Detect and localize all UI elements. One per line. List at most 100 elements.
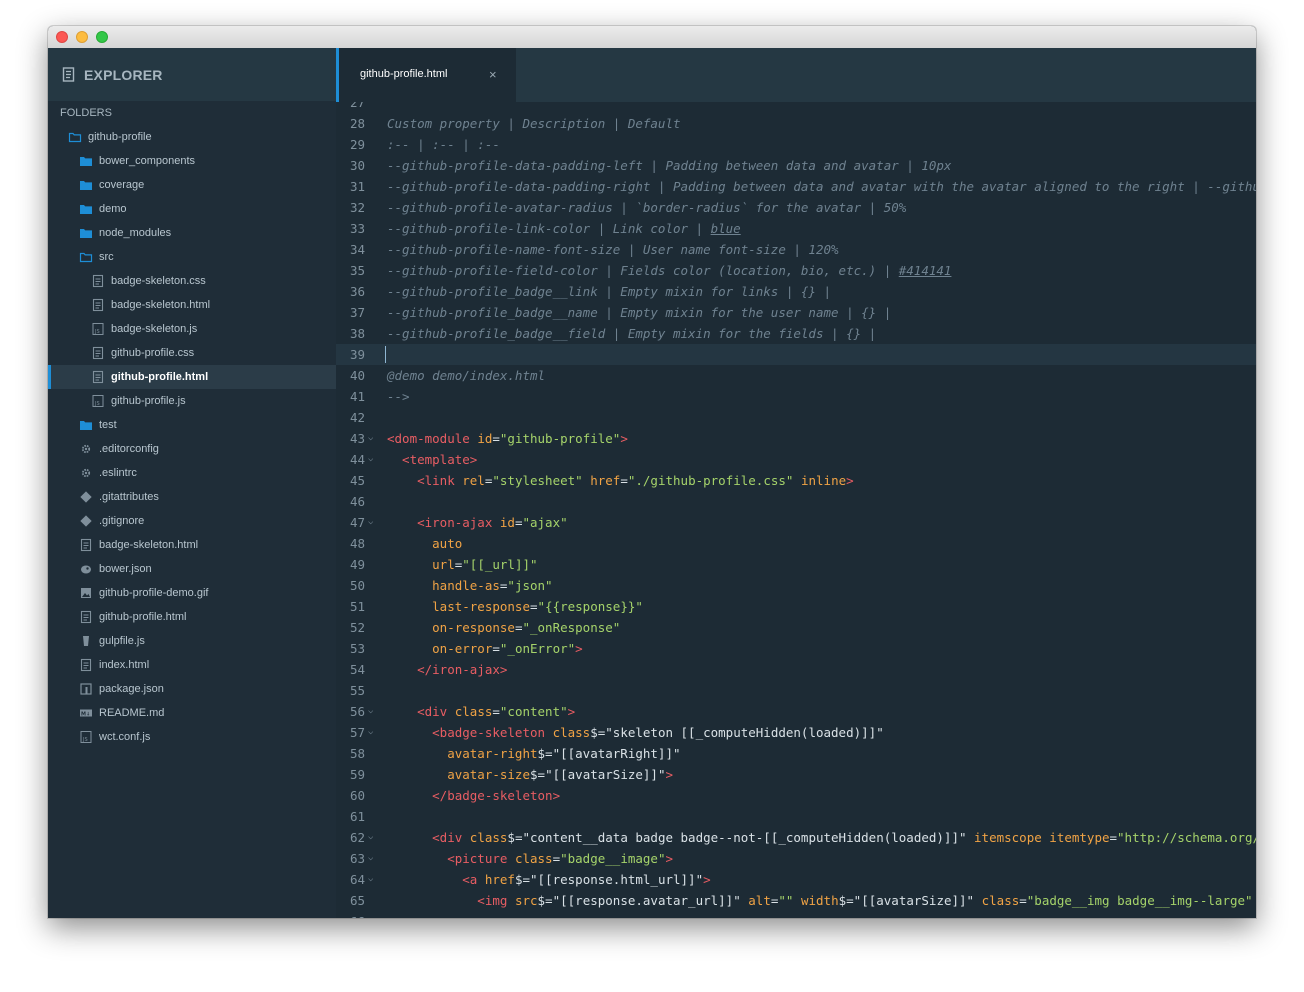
- js-file-icon: JS: [91, 394, 105, 408]
- tree-item[interactable]: github-profile: [48, 125, 336, 149]
- code-line[interactable]: 43 ⌵ <dom-module id="github-profile">: [336, 428, 1256, 449]
- tree-item[interactable]: github-profile.html: [48, 365, 336, 389]
- fold-chevron-icon[interactable]: ⌵: [368, 869, 373, 890]
- tree-item-label: package.json: [99, 683, 164, 695]
- tree-item[interactable]: coverage: [48, 173, 336, 197]
- fold-chevron-icon[interactable]: ⌵: [368, 428, 373, 449]
- code-token: =: [492, 704, 500, 719]
- tree-item[interactable]: JS github-profile.js: [48, 389, 336, 413]
- code-token: handle-as: [387, 578, 500, 593]
- code-line[interactable]: 47 ⌵ <iron-ajax id="ajax": [336, 512, 1256, 533]
- tree-item[interactable]: M↓ README.md: [48, 701, 336, 725]
- zoom-window-button[interactable]: [96, 31, 108, 43]
- tree-item[interactable]: index.html: [48, 653, 336, 677]
- line-number: 43: [349, 431, 365, 446]
- tree-item[interactable]: node_modules: [48, 221, 336, 245]
- line-number: 29: [349, 137, 365, 152]
- code-line[interactable]: 50 handle-as="json": [336, 575, 1256, 596]
- minimize-window-button[interactable]: [76, 31, 88, 43]
- tree-item[interactable]: badge-skeleton.html: [48, 293, 336, 317]
- code-line[interactable]: 27: [336, 102, 1256, 113]
- code-line[interactable]: 66: [336, 911, 1256, 918]
- line-number: 30: [349, 158, 365, 173]
- tree-item[interactable]: badge-skeleton.html: [48, 533, 336, 557]
- code-token: last-response: [387, 599, 530, 614]
- code-line[interactable]: 44 ⌵ <template>: [336, 449, 1256, 470]
- code-token: "http://schema.org/Person": [1117, 830, 1256, 845]
- tree-item[interactable]: JS badge-skeleton.js: [48, 317, 336, 341]
- code-line[interactable]: 45 <link rel="stylesheet" href="./github…: [336, 470, 1256, 491]
- code-text: --github-profile-avatar-radius | `border…: [387, 197, 906, 218]
- code-line[interactable]: 35 --github-profile-field-color | Fields …: [336, 260, 1256, 281]
- code-line[interactable]: 64 ⌵ <a href$="[[response.html_url]]">: [336, 869, 1256, 890]
- svg-text:JS: JS: [94, 329, 100, 335]
- code-line[interactable]: 63 ⌵ <picture class="badge__image">: [336, 848, 1256, 869]
- code-line[interactable]: 53 on-error="_onError">: [336, 638, 1256, 659]
- code-line[interactable]: 65 <img src$="[[response.avatar_url]]" a…: [336, 890, 1256, 911]
- code-token: "[[avatarSize]]": [853, 893, 975, 908]
- code-line[interactable]: 46: [336, 491, 1256, 512]
- code-line[interactable]: 42: [336, 407, 1256, 428]
- fold-chevron-icon[interactable]: ⌵: [368, 449, 373, 470]
- tree-item[interactable]: demo: [48, 197, 336, 221]
- code-token: $=: [537, 893, 553, 908]
- code-token: "[[_url]]": [462, 557, 538, 572]
- svg-text:M↓: M↓: [81, 711, 90, 717]
- tree-item[interactable]: .gitattributes: [48, 485, 336, 509]
- tree-item[interactable]: bower.json: [48, 557, 336, 581]
- tree-item[interactable]: src: [48, 245, 336, 269]
- code-line[interactable]: 34 --github-profile-name-font-size | User…: [336, 239, 1256, 260]
- code-line[interactable]: 61: [336, 806, 1256, 827]
- code-token: >: [620, 431, 628, 446]
- code-line[interactable]: 49 url="[[_url]]": [336, 554, 1256, 575]
- code-line[interactable]: 57 ⌵ <badge-skeleton class$="skeleton [[_…: [336, 722, 1256, 743]
- tree-item[interactable]: badge-skeleton.css: [48, 269, 336, 293]
- code-line[interactable]: 48 auto: [336, 533, 1256, 554]
- tree-item[interactable]: bower_components: [48, 149, 336, 173]
- code-line[interactable]: 31 --github-profile-data-padding-right | …: [336, 176, 1256, 197]
- code-line[interactable]: 56 ⌵ <div class="content">: [336, 701, 1256, 722]
- tree-item[interactable]: .gitignore: [48, 509, 336, 533]
- code-line[interactable]: 36 --github-profile_badge__link | Empty m…: [336, 281, 1256, 302]
- code-line[interactable]: 37 --github-profile_badge__name | Empty m…: [336, 302, 1256, 323]
- code-line[interactable]: 32 --github-profile-avatar-radius | `bord…: [336, 197, 1256, 218]
- code-token: $=: [514, 872, 531, 887]
- close-window-button[interactable]: [56, 31, 68, 43]
- code-line[interactable]: 60 </badge-skeleton>: [336, 785, 1256, 806]
- code-line[interactable]: 52 on-response="_onResponse": [336, 617, 1256, 638]
- code-line[interactable]: 40 @demo demo/index.html: [336, 365, 1256, 386]
- fold-chevron-icon[interactable]: ⌵: [368, 848, 373, 869]
- code-line[interactable]: 39: [336, 344, 1256, 365]
- code-line[interactable]: 33 --github-profile-link-color | Link col…: [336, 218, 1256, 239]
- code-text: @demo demo/index.html: [387, 365, 545, 386]
- code-line[interactable]: 38 --github-profile_badge__field | Empty …: [336, 323, 1256, 344]
- code-line[interactable]: 28 Custom property | Description | Defaul…: [336, 113, 1256, 134]
- tree-item[interactable]: package.json: [48, 677, 336, 701]
- code-line[interactable]: 51 last-response="{{response}}": [336, 596, 1256, 617]
- code-line[interactable]: 62 ⌵ <div class$="content__data badge bad…: [336, 827, 1256, 848]
- code-line[interactable]: 59 avatar-size$="[[avatarSize]]">: [336, 764, 1256, 785]
- code-line[interactable]: 58 avatar-right$="[[avatarRight]]": [336, 743, 1256, 764]
- tree-item[interactable]: test: [48, 413, 336, 437]
- tree-item[interactable]: JS wct.conf.js: [48, 725, 336, 749]
- tree-item[interactable]: github-profile-demo.gif: [48, 581, 336, 605]
- code-line[interactable]: 30 --github-profile-data-padding-left | P…: [336, 155, 1256, 176]
- code-line[interactable]: 41 -->: [336, 386, 1256, 407]
- code-token: itemscope: [966, 830, 1042, 845]
- code-line[interactable]: 54 </iron-ajax>: [336, 659, 1256, 680]
- line-number: 36: [349, 284, 365, 299]
- tree-item[interactable]: github-profile.html: [48, 605, 336, 629]
- fold-chevron-icon[interactable]: ⌵: [368, 512, 373, 533]
- fold-chevron-icon[interactable]: ⌵: [368, 722, 373, 743]
- tree-item[interactable]: .eslintrc: [48, 461, 336, 485]
- tab-github-profile-html[interactable]: github-profile.html ×: [336, 48, 516, 102]
- code-line[interactable]: 29:-- | :-- | :--: [336, 134, 1256, 155]
- tree-item[interactable]: .editorconfig: [48, 437, 336, 461]
- fold-chevron-icon[interactable]: ⌵: [368, 827, 373, 848]
- code-line[interactable]: 55: [336, 680, 1256, 701]
- tab-close-icon[interactable]: ×: [489, 67, 497, 82]
- fold-chevron-icon[interactable]: ⌵: [368, 701, 373, 722]
- tree-item[interactable]: gulpfile.js: [48, 629, 336, 653]
- tree-item[interactable]: github-profile.css: [48, 341, 336, 365]
- code-editor[interactable]: 27 28 Custom property | Description | Defa…: [336, 102, 1256, 918]
